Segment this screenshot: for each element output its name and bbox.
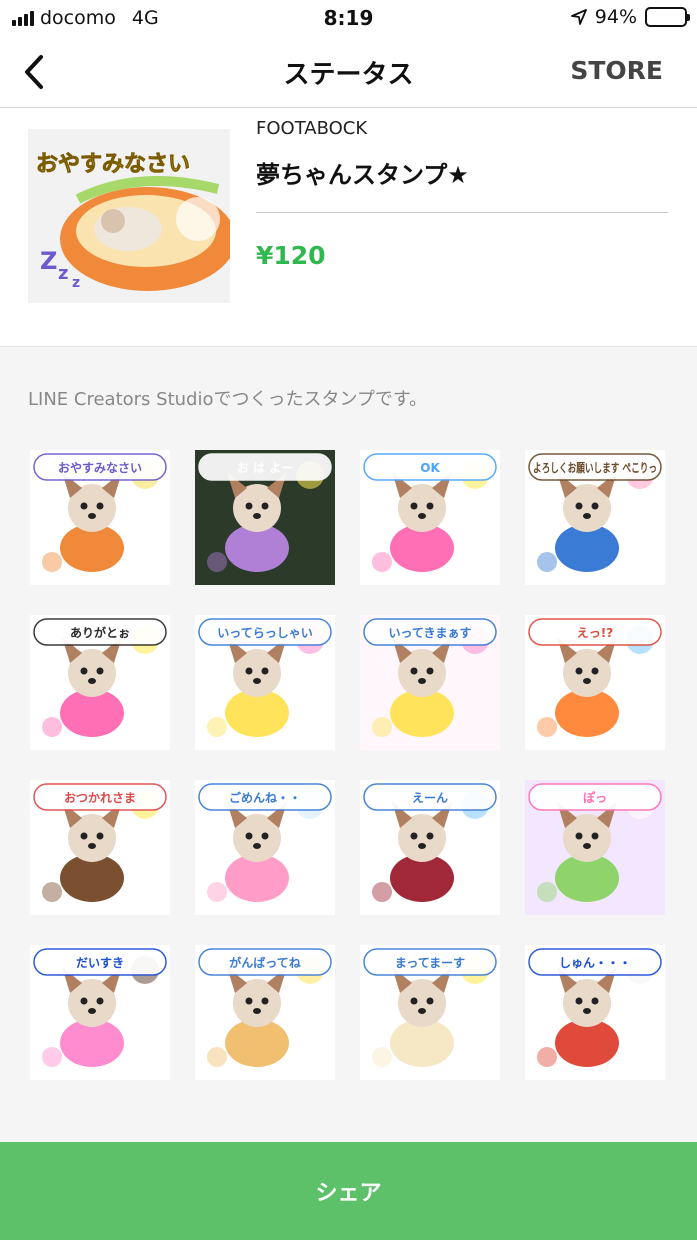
sticker-item[interactable]: ぽっ [525,780,665,915]
sticker-item[interactable]: おつかれさま [30,780,170,915]
sticker-caption: よろしくお願いします ぺこりっ [533,461,657,475]
sticker-item[interactable]: がんばってね [195,945,335,1080]
sticker-caption: しゅん・・・ [559,956,631,970]
sticker-caption: がんばってね [229,955,300,970]
sticker-image: ありがとぉ [30,615,170,750]
share-button[interactable]: シェア [0,1142,697,1240]
sticker-list-area: LINE Creators Studioでつくったスタンプです。 おやすみなさい… [0,347,697,1142]
sticker-caption: まってまーす [395,956,465,970]
sticker-caption: OK [420,461,440,475]
sticker-item[interactable]: まってまーす [360,945,500,1080]
thumbnail-caption: おやすみなさい [36,152,190,177]
product-header: Z z z おやすみなさい FOOTABOCK 夢ちゃんスタンプ★ ¥120 [0,109,697,347]
sticker-image: いってきまぁす [360,615,500,750]
sticker-caption: おやすみなさい [58,461,142,475]
sticker-image: ぽっ [525,780,665,915]
status-right: 94% [570,6,690,28]
sticker-caption: えーん [412,791,448,805]
sticker-image: おやすみなさい [30,450,170,585]
sticker-item[interactable]: いってらっしゃい [195,615,335,750]
sticker-image: だいすき [30,945,170,1080]
product-thumbnail[interactable]: Z z z おやすみなさい [28,129,236,303]
battery-percent: 94% [594,6,637,28]
product-price: ¥120 [256,241,326,270]
status-bar: docomo 4G 8:19 94% [0,0,697,36]
sticker-item[interactable]: おやすみなさい [30,450,170,585]
sticker-image: OK [360,450,500,585]
sticker-image: しゅん・・・ [525,945,665,1080]
sticker-image: ごめんね・・ [195,780,335,915]
sticker-image: えっ!? [525,615,665,750]
sticker-grid: おやすみなさい お は よー OK よろしくお願いします ぺこりっありがとぉ いってらっ… [30,450,670,1080]
svg-text:z: z [58,263,68,284]
sticker-caption: いってらっしゃい [217,626,312,640]
sticker-item[interactable]: よろしくお願いします ぺこりっ [525,450,665,585]
sticker-image: おつかれさま [30,780,170,915]
svg-text:Z: Z [40,247,57,275]
sticker-image: がんばってね [195,945,335,1080]
sticker-item[interactable]: OK [360,450,500,585]
sticker-image: えーん [360,780,500,915]
sticker-image: Z z z おやすみなさい [28,129,236,303]
creators-note: LINE Creators Studioでつくったスタンプです。 [28,389,428,410]
sticker-item[interactable]: ごめんね・・ [195,780,335,915]
product-name: 夢ちゃんスタンプ★ [256,161,469,189]
sticker-image: いってらっしゃい [195,615,335,750]
sticker-item[interactable]: いってきまぁす [360,615,500,750]
divider [256,212,668,213]
location-arrow-icon [570,9,587,25]
nav-bar: ステータス STORE [0,36,697,108]
sticker-item[interactable]: しゅん・・・ [525,945,665,1080]
sticker-caption: いってきまぁす [388,626,471,640]
sticker-image: まってまーす [360,945,500,1080]
sticker-item[interactable]: えっ!? [525,615,665,750]
product-author[interactable]: FOOTABOCK [256,118,367,139]
store-link[interactable]: STORE [570,56,663,85]
svg-text:z: z [72,275,80,291]
sticker-image: よろしくお願いします ぺこりっ [525,450,665,585]
battery-icon [645,7,690,27]
chevron-left-icon [25,55,43,89]
sticker-caption: ありがとぉ [70,625,130,640]
back-button[interactable] [14,50,54,94]
sticker-caption: おつかれさま [64,791,136,805]
sticker-caption: ごめんね・・ [229,790,301,805]
sticker-caption: ぽっ [583,790,607,805]
sticker-caption: お は よー [237,461,293,475]
sticker-image: お は よー [195,450,335,585]
sticker-item[interactable]: お は よー [195,450,335,585]
sticker-item[interactable]: だいすき [30,945,170,1080]
sticker-item[interactable]: えーん [360,780,500,915]
sticker-caption: だいすき [76,956,124,970]
sticker-caption: えっ!? [577,626,613,640]
sticker-item[interactable]: ありがとぉ [30,615,170,750]
